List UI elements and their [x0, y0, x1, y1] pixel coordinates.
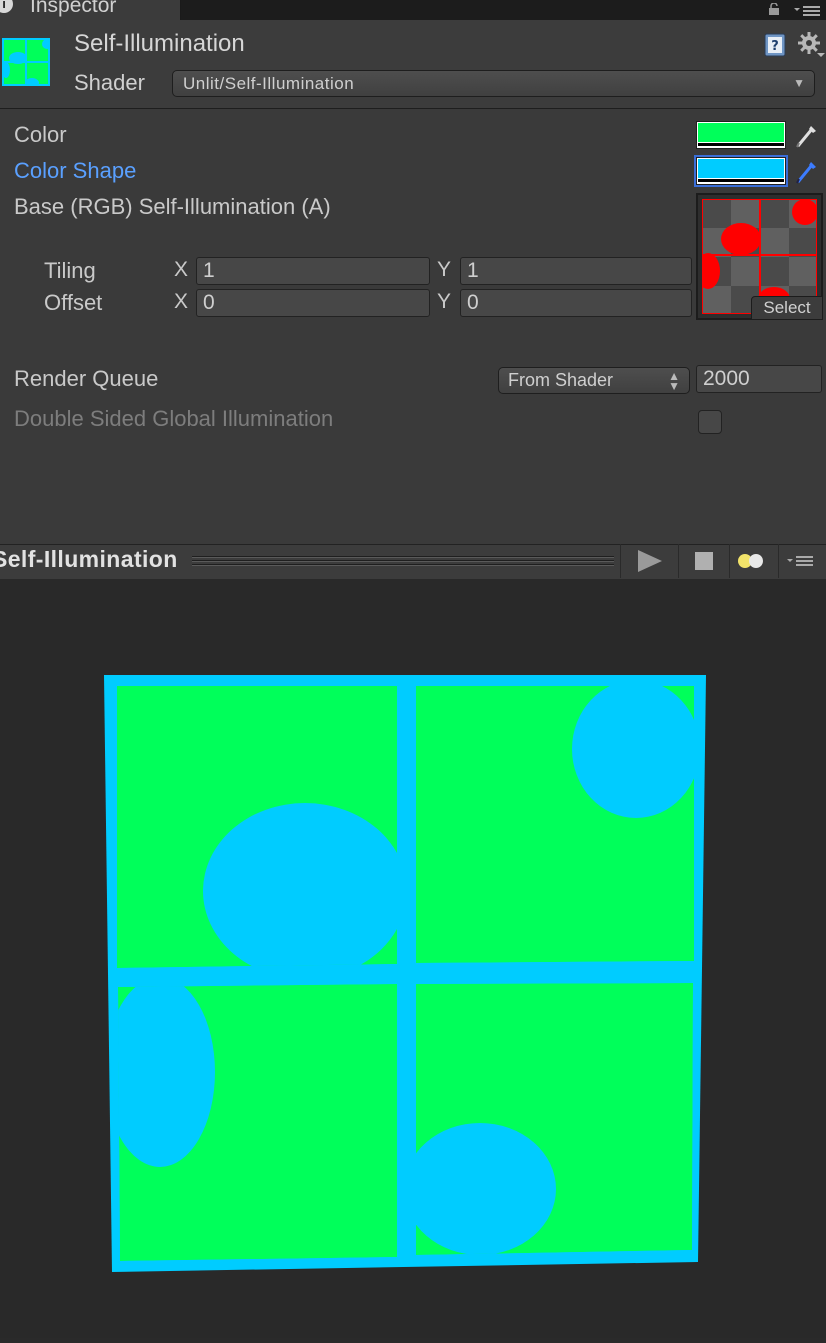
preview-menu-button[interactable]: [778, 544, 826, 578]
offset-x-field[interactable]: 0: [196, 289, 430, 317]
stop-icon: [695, 552, 713, 570]
color-label: Color: [14, 122, 67, 147]
resize-grip-icon[interactable]: [192, 555, 614, 567]
color-swatch[interactable]: [696, 121, 786, 149]
tab-menu-icon[interactable]: [794, 4, 822, 18]
eyedropper-icon[interactable]: [795, 121, 819, 149]
offset-y-field[interactable]: 0: [460, 289, 692, 317]
color-shape-label: Color Shape: [14, 158, 137, 183]
stepper-arrows-icon: ▲ ▼: [668, 369, 680, 393]
render-queue-value-field[interactable]: 2000: [696, 365, 822, 393]
play-button[interactable]: [620, 544, 677, 578]
render-queue-label: Render Queue: [14, 366, 159, 391]
material-preview-area[interactable]: [0, 579, 826, 1338]
shader-dropdown-value: Unlit/Self-Illumination: [183, 74, 355, 93]
tab-label: Inspector: [30, 0, 117, 17]
lights-icon: [738, 554, 763, 568]
preview-title: Self-Illumination: [0, 546, 178, 572]
gear-icon[interactable]: [797, 31, 825, 59]
shader-label: Shader: [74, 70, 145, 95]
eyedropper-icon[interactable]: [795, 157, 819, 185]
lighting-toggle-button[interactable]: [729, 544, 778, 578]
double-sided-gi-checkbox[interactable]: [698, 410, 722, 434]
alpha-bar: [698, 143, 784, 146]
tiling-x-axis-label: X: [174, 258, 189, 281]
material-name: Self-Illumination: [74, 30, 245, 57]
help-book-icon[interactable]: ?: [763, 33, 787, 57]
texture-select-button[interactable]: Select: [751, 296, 823, 320]
tiling-y-axis-label: Y: [437, 258, 452, 281]
alpha-bar: [698, 179, 784, 182]
offset-label: Offset: [44, 290, 103, 315]
render-queue-dropdown[interactable]: From Shader ▲ ▼: [498, 367, 690, 394]
lock-icon[interactable]: [768, 3, 780, 15]
color-shape-swatch-fill: [698, 159, 784, 178]
offset-x-axis-label: X: [174, 290, 189, 313]
tiling-label: Tiling: [44, 258, 96, 283]
menu-icon: [787, 556, 813, 566]
tiling-y-field[interactable]: 1: [460, 257, 692, 285]
color-swatch-fill: [698, 123, 784, 142]
preview-render: [104, 675, 706, 1272]
tiling-x-field[interactable]: 1: [196, 257, 430, 285]
svg-text:?: ?: [771, 39, 779, 54]
color-shape-swatch[interactable]: [694, 155, 788, 187]
double-sided-gi-label: Double Sided Global Illumination: [14, 406, 334, 431]
dropdown-arrow-icon: ▼: [793, 76, 805, 90]
play-icon: [638, 550, 662, 572]
offset-y-axis-label: Y: [437, 290, 452, 313]
base-texture-label: Base (RGB) Self-Illumination (A): [14, 194, 331, 219]
stop-button[interactable]: [678, 544, 729, 578]
material-thumbnail: [2, 38, 50, 86]
shader-dropdown[interactable]: Unlit/Self-Illumination ▼: [172, 70, 815, 97]
render-queue-mode: From Shader: [508, 370, 614, 390]
